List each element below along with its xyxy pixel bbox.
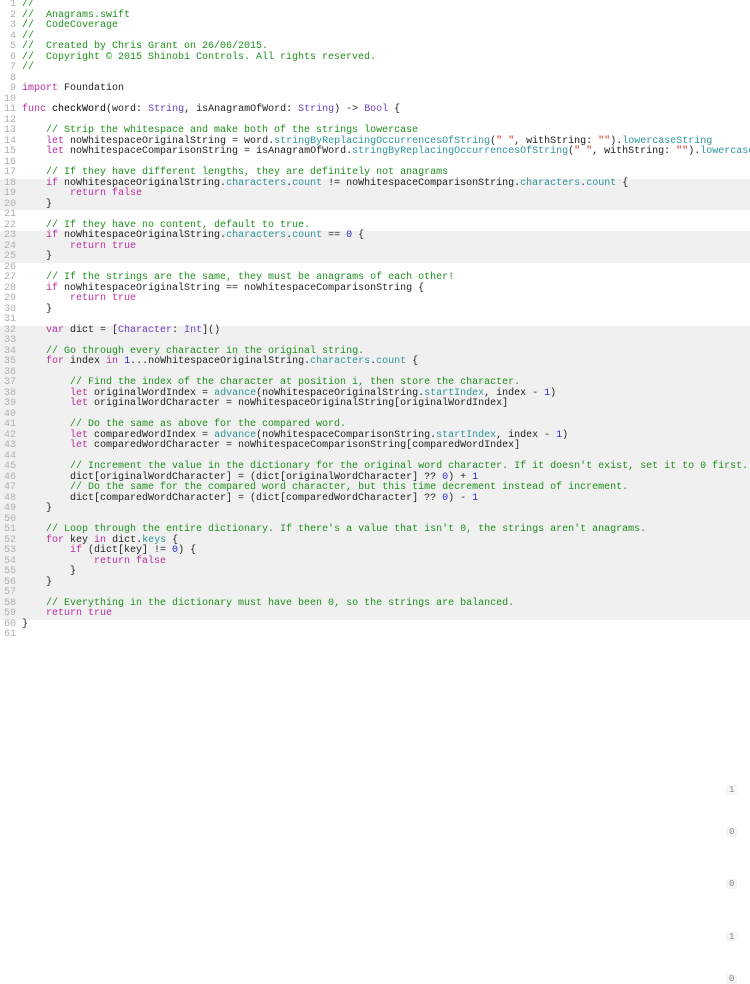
line-number: 9 xyxy=(0,84,22,95)
code-content[interactable]: let noWhitespaceComparisonString = isAna… xyxy=(22,147,750,158)
line-number: 19 xyxy=(0,189,22,200)
code-content[interactable]: return false xyxy=(22,557,750,568)
code-content[interactable]: } xyxy=(22,200,750,211)
line-number: 29 xyxy=(0,294,22,305)
code-line[interactable]: 15 let noWhitespaceComparisonString = is… xyxy=(0,147,750,158)
code-content[interactable]: } xyxy=(22,305,750,316)
line-number: 23 xyxy=(0,231,22,242)
code-content[interactable]: } xyxy=(22,620,750,631)
code-line[interactable]: 29 return true xyxy=(0,294,750,305)
code-content[interactable]: return true xyxy=(22,242,750,253)
code-content[interactable]: } xyxy=(22,567,750,578)
line-number: 21 xyxy=(0,210,22,221)
line-number: 33 xyxy=(0,336,22,347)
code-content[interactable]: return true xyxy=(22,294,750,305)
code-content[interactable]: var dict = [Character: Int]() xyxy=(22,326,750,337)
code-content[interactable]: // Anagrams.swift xyxy=(22,11,750,22)
line-number: 15 xyxy=(0,147,22,158)
line-number: 5 xyxy=(0,42,22,53)
line-number: 11 xyxy=(0,105,22,116)
code-line[interactable]: 30 } xyxy=(0,305,750,316)
line-number: 17 xyxy=(0,168,22,179)
code-line[interactable]: 6// Copyright © 2015 Shinobi Controls. A… xyxy=(0,53,750,64)
code-line[interactable]: 9import Foundation xyxy=(0,84,750,95)
code-content[interactable]: } xyxy=(22,578,750,589)
line-number: 3 xyxy=(0,21,22,32)
line-number: 57 xyxy=(0,588,22,599)
code-line[interactable]: 56 } xyxy=(0,578,750,589)
code-line[interactable]: 54 return false xyxy=(0,557,750,568)
code-content[interactable]: return false xyxy=(22,189,750,200)
code-content[interactable]: func checkWord(word: String, isAnagramOf… xyxy=(22,105,750,116)
code-line[interactable]: 43 let comparedWordCharacter = noWhitesp… xyxy=(0,441,750,452)
line-number: 27 xyxy=(0,273,22,284)
coverage-badge: 1 xyxy=(726,785,737,795)
line-number: 61 xyxy=(0,630,22,641)
line-number: 41 xyxy=(0,420,22,431)
code-content[interactable]: dict[comparedWordCharacter] = (dict[comp… xyxy=(22,494,750,505)
code-content[interactable]: // Everything in the dictionary must hav… xyxy=(22,599,750,610)
code-line[interactable]: 32 var dict = [Character: Int]() xyxy=(0,326,750,337)
code-content[interactable]: return true xyxy=(22,609,750,620)
coverage-badge: 0 xyxy=(726,879,737,889)
line-number: 25 xyxy=(0,252,22,263)
coverage-badge: 0 xyxy=(726,974,737,984)
coverage-badge: 1 xyxy=(726,932,737,942)
code-content[interactable]: // Copyright © 2015 Shinobi Controls. Al… xyxy=(22,53,750,64)
code-line[interactable]: 61 xyxy=(0,630,750,641)
code-content[interactable]: let originalWordCharacter = noWhitespace… xyxy=(22,399,750,410)
code-line[interactable]: 48 dict[comparedWordCharacter] = (dict[c… xyxy=(0,494,750,505)
code-line[interactable]: 35 for index in 1...noWhitespaceOriginal… xyxy=(0,357,750,368)
line-number: 55 xyxy=(0,567,22,578)
code-line[interactable]: 60} xyxy=(0,620,750,631)
line-number: 49 xyxy=(0,504,22,515)
line-number: 51 xyxy=(0,525,22,536)
code-content[interactable]: // xyxy=(22,63,750,74)
code-line[interactable]: 19 return false xyxy=(0,189,750,200)
code-line[interactable]: 3// CodeCoverage xyxy=(0,21,750,32)
code-content[interactable]: for index in 1...noWhitespaceOriginalStr… xyxy=(22,357,750,368)
line-number: 43 xyxy=(0,441,22,452)
code-line[interactable]: 49 } xyxy=(0,504,750,515)
line-number: 1 xyxy=(0,0,22,11)
line-number: 13 xyxy=(0,126,22,137)
code-line[interactable]: 39 let originalWordCharacter = noWhitesp… xyxy=(0,399,750,410)
code-line[interactable]: 7// xyxy=(0,63,750,74)
code-line[interactable]: 24 return true xyxy=(0,242,750,253)
code-content[interactable]: let comparedWordCharacter = noWhitespace… xyxy=(22,441,750,452)
line-number: 7 xyxy=(0,63,22,74)
code-content[interactable]: // CodeCoverage xyxy=(22,21,750,32)
line-number: 31 xyxy=(0,315,22,326)
line-number: 53 xyxy=(0,546,22,557)
code-line[interactable]: 55 } xyxy=(0,567,750,578)
coverage-badge: 0 xyxy=(726,827,737,837)
code-content[interactable]: // xyxy=(22,0,750,11)
line-number: 39 xyxy=(0,399,22,410)
line-number: 59 xyxy=(0,609,22,620)
code-content[interactable]: } xyxy=(22,252,750,263)
code-content[interactable]: import Foundation xyxy=(22,84,750,95)
code-content[interactable]: } xyxy=(22,504,750,515)
code-line[interactable]: 11func checkWord(word: String, isAnagram… xyxy=(0,105,750,116)
code-line[interactable]: 58 // Everything in the dictionary must … xyxy=(0,599,750,610)
code-line[interactable]: 59 return true xyxy=(0,609,750,620)
code-editor[interactable]: 1//2// Anagrams.swift3// CodeCoverage4//… xyxy=(0,0,750,648)
line-number: 35 xyxy=(0,357,22,368)
line-number: 45 xyxy=(0,462,22,473)
line-number: 37 xyxy=(0,378,22,389)
code-line[interactable]: 25 } xyxy=(0,252,750,263)
line-number: 47 xyxy=(0,483,22,494)
code-line[interactable]: 20 } xyxy=(0,200,750,211)
